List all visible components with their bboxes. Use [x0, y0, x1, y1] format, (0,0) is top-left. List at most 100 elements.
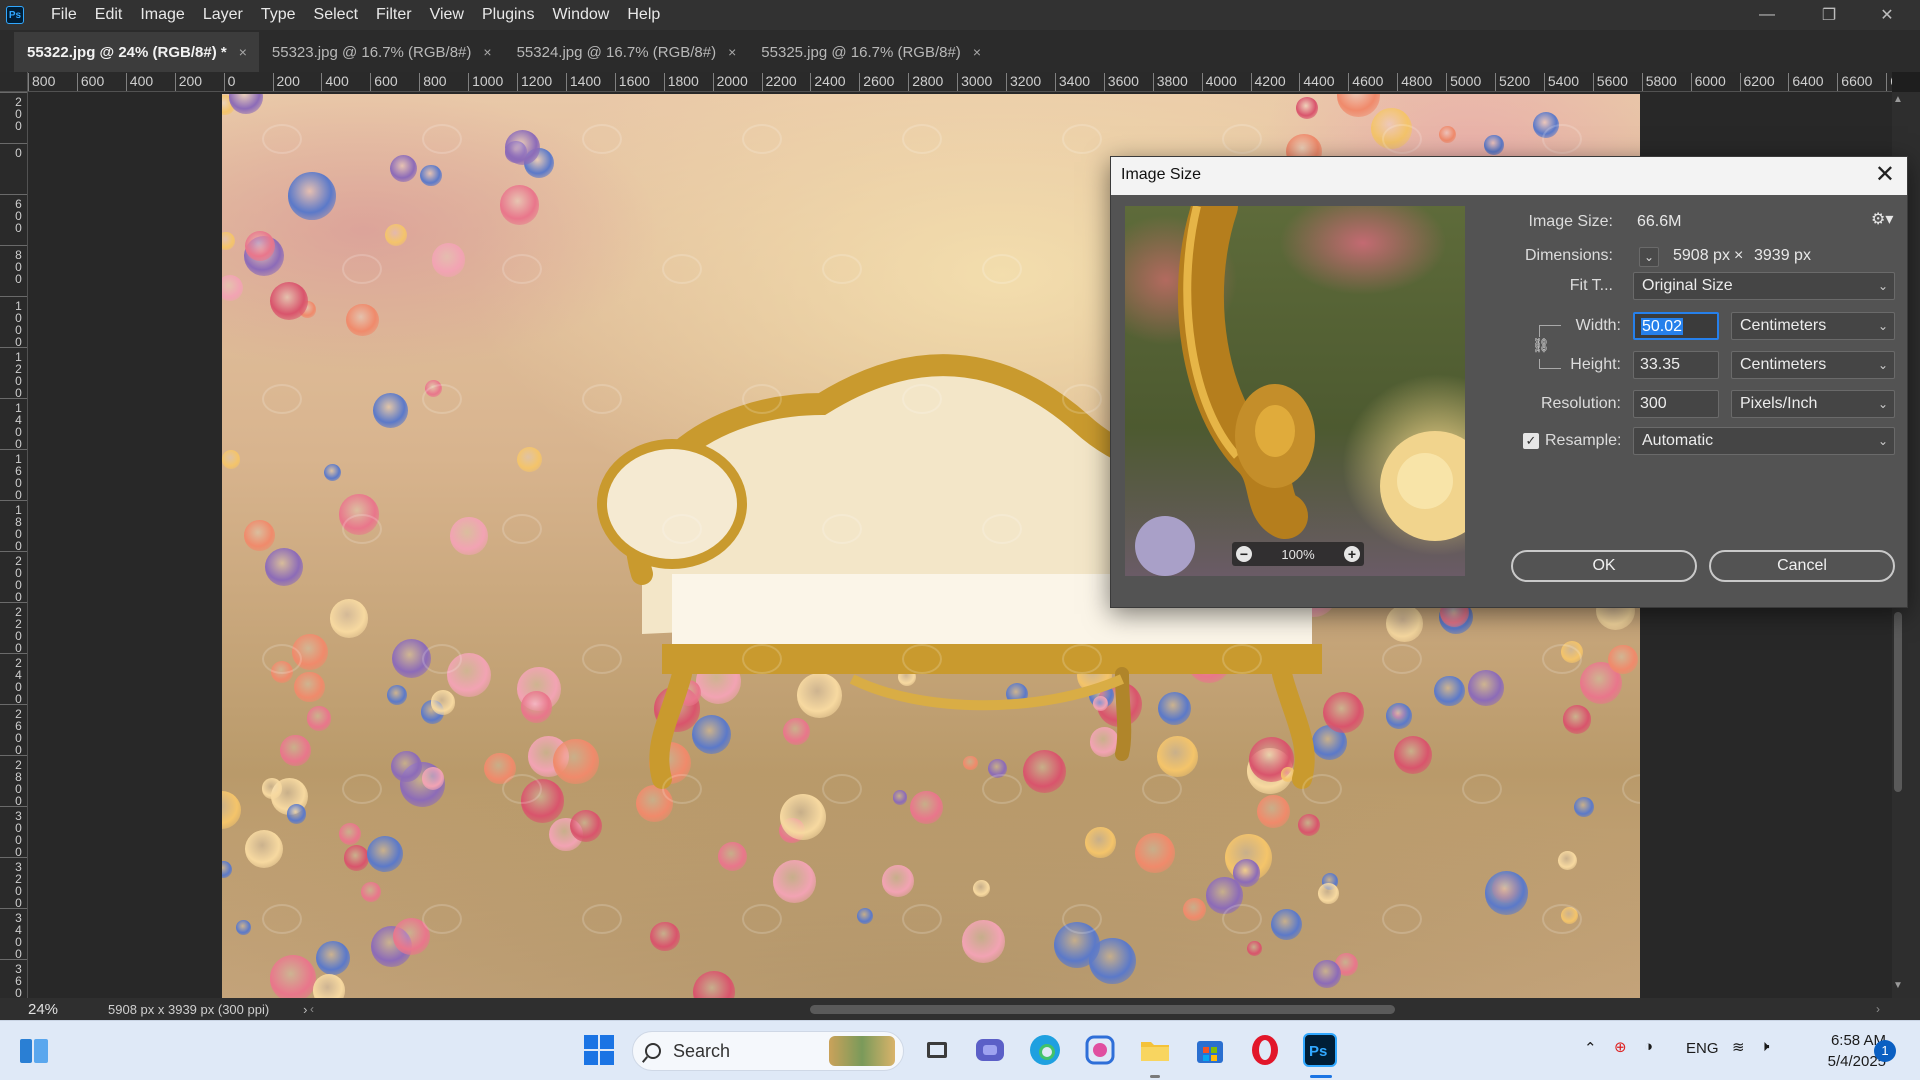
tab-55324[interactable]: 55324.jpg @ 16.7% (RGB/8#) ×: [504, 32, 749, 72]
fit-to-value: Original Size: [1642, 277, 1733, 294]
cancel-button[interactable]: Cancel: [1709, 550, 1895, 582]
windows-start-icon[interactable]: [582, 1033, 616, 1067]
flower-decoration: [431, 242, 466, 277]
microsoft-store-icon[interactable]: [1193, 1033, 1227, 1067]
ok-button[interactable]: OK: [1511, 550, 1697, 582]
scroll-left-icon[interactable]: ‹: [310, 1002, 314, 1016]
scroll-up-icon[interactable]: ▲: [1892, 94, 1904, 105]
clock-date[interactable]: 5/4/2025: [1796, 1053, 1886, 1070]
tab-55323[interactable]: 55323.jpg @ 16.7% (RGB/8#) ×: [259, 32, 504, 72]
chevron-up-icon[interactable]: ⌃: [1584, 1039, 1597, 1057]
dimensions-label: Dimensions:: [1524, 247, 1613, 264]
menu-file[interactable]: File: [42, 0, 86, 30]
ruler-tick-label: 1600: [15, 452, 22, 502]
ruler-corner[interactable]: [0, 72, 28, 92]
width-unit-value: Centimeters: [1740, 317, 1827, 334]
menu-filter[interactable]: Filter: [367, 0, 421, 30]
image-preview[interactable]: − 100% +: [1125, 206, 1465, 576]
resample-value: Automatic: [1642, 432, 1714, 449]
ruler-tick-label: 800: [419, 73, 447, 91]
ruler-tick-label: 800: [28, 73, 55, 91]
ruler-tick-label: 400: [321, 73, 349, 91]
gear-icon[interactable]: ⚙▾: [1871, 209, 1893, 229]
menu-layer[interactable]: Layer: [194, 0, 252, 30]
security-icon[interactable]: ◑: [1644, 1038, 1653, 1055]
resolution-input[interactable]: 300: [1633, 390, 1719, 418]
close-window-icon[interactable]: ✕: [1864, 0, 1910, 30]
zoom-out-icon[interactable]: −: [1236, 546, 1252, 562]
status-menu-arrow-icon[interactable]: ›: [303, 1002, 307, 1017]
teams-chat-icon[interactable]: [973, 1033, 1007, 1067]
widgets-icon[interactable]: [18, 1035, 50, 1067]
restore-icon[interactable]: ❐: [1806, 0, 1852, 30]
ruler-tick-label: 2000: [15, 554, 22, 604]
menu-select[interactable]: Select: [305, 0, 367, 30]
flower-decoration: [882, 865, 914, 897]
photoshop-taskbar-icon[interactable]: Ps: [1303, 1033, 1337, 1067]
horizontal-scrollbar[interactable]: ‹ ›: [310, 1002, 1880, 1016]
menu-type[interactable]: Type: [252, 0, 305, 30]
tab-55322[interactable]: 55322.jpg @ 24% (RGB/8#) * ×: [14, 32, 259, 72]
task-view-icon[interactable]: [920, 1033, 954, 1067]
ruler-tick-label: 2200: [761, 73, 797, 91]
width-input[interactable]: 50.02: [1633, 312, 1719, 340]
tab-close-icon[interactable]: ×: [728, 44, 736, 60]
menu-plugins[interactable]: Plugins: [473, 0, 543, 30]
ruler-tick-label: 3400: [15, 911, 22, 961]
dimensions-dropdown-icon[interactable]: ⌄: [1639, 247, 1659, 267]
width-unit-select[interactable]: Centimeters ⌄: [1731, 312, 1895, 340]
dialog-close-icon[interactable]: ✕: [1875, 161, 1895, 189]
ruler-tick-label: 1600: [614, 73, 650, 91]
language-indicator[interactable]: ENG: [1686, 1040, 1719, 1057]
ruler-tick: [0, 551, 27, 552]
zoom-in-icon[interactable]: +: [1344, 546, 1360, 562]
minimize-icon[interactable]: —: [1744, 0, 1790, 30]
tab-55325[interactable]: 55325.jpg @ 16.7% (RGB/8#) ×: [748, 32, 993, 72]
taskbar-search-box[interactable]: Search: [632, 1031, 904, 1071]
image-size-value: 66.6M: [1637, 213, 1682, 230]
tab-close-icon[interactable]: ×: [973, 44, 981, 60]
menu-window[interactable]: Window: [543, 0, 618, 30]
tab-close-icon[interactable]: ×: [483, 44, 491, 60]
vertical-ruler[interactable]: 200 0 600 800 1000 1200 1400 1600 1800 2000 2200 24…: [0, 92, 28, 998]
copilot-icon[interactable]: [1083, 1033, 1117, 1067]
menu-edit[interactable]: Edit: [86, 0, 132, 30]
menu-image[interactable]: Image: [131, 0, 193, 30]
ruler-tick-label: 600: [15, 197, 22, 235]
resample-checkbox[interactable]: ✓: [1523, 433, 1539, 449]
watermark-mark: [582, 124, 622, 154]
wifi-icon[interactable]: ≋: [1732, 1038, 1745, 1056]
watermark-mark: [262, 124, 302, 154]
zoom-level[interactable]: 24%: [0, 1001, 70, 1018]
menu-help[interactable]: Help: [618, 0, 669, 30]
edge-browser-icon[interactable]: [1028, 1033, 1062, 1067]
flower-decoration: [373, 392, 409, 428]
ruler-tick-label: 1400: [15, 401, 22, 451]
flower-decoration: [1371, 108, 1412, 150]
scroll-down-icon[interactable]: ▼: [1892, 980, 1904, 991]
menu-view[interactable]: View: [421, 0, 473, 30]
file-explorer-icon[interactable]: [1138, 1033, 1172, 1067]
resolution-value: 300: [1640, 395, 1667, 412]
clock-time[interactable]: 6:58 AM: [1796, 1032, 1886, 1049]
volume-muted-icon[interactable]: 🕨: [1760, 1038, 1769, 1055]
opera-browser-icon[interactable]: [1248, 1033, 1282, 1067]
flower-decoration: [420, 164, 442, 187]
flower-decoration: [972, 879, 991, 897]
height-unit-select[interactable]: Centimeters ⌄: [1731, 351, 1895, 379]
resample-select[interactable]: Automatic ⌄: [1633, 427, 1895, 455]
scroll-right-icon[interactable]: ›: [1876, 1002, 1880, 1016]
horizontal-ruler[interactable]: 800 600 400 200 0 200 400 600 800 1000 1200 1400 160…: [28, 72, 1892, 92]
ruler-tick-label: 6200: [1739, 73, 1775, 91]
resolution-unit-select[interactable]: Pixels/Inch ⌄: [1731, 390, 1895, 418]
notification-badge[interactable]: 1: [1874, 1040, 1896, 1062]
vertical-scroll-thumb[interactable]: [1894, 612, 1902, 792]
horizontal-scroll-thumb[interactable]: [810, 1005, 1395, 1014]
chevron-down-icon: ⌄: [1877, 319, 1888, 333]
tab-close-icon[interactable]: ×: [239, 44, 247, 60]
height-input[interactable]: 33.35: [1633, 351, 1719, 379]
chevron-down-icon: ⌄: [1877, 358, 1888, 372]
fit-to-select[interactable]: Original Size ⌄: [1633, 272, 1895, 300]
vpn-icon[interactable]: ⊕: [1614, 1038, 1627, 1056]
dialog-titlebar[interactable]: Image Size ✕: [1111, 157, 1907, 195]
